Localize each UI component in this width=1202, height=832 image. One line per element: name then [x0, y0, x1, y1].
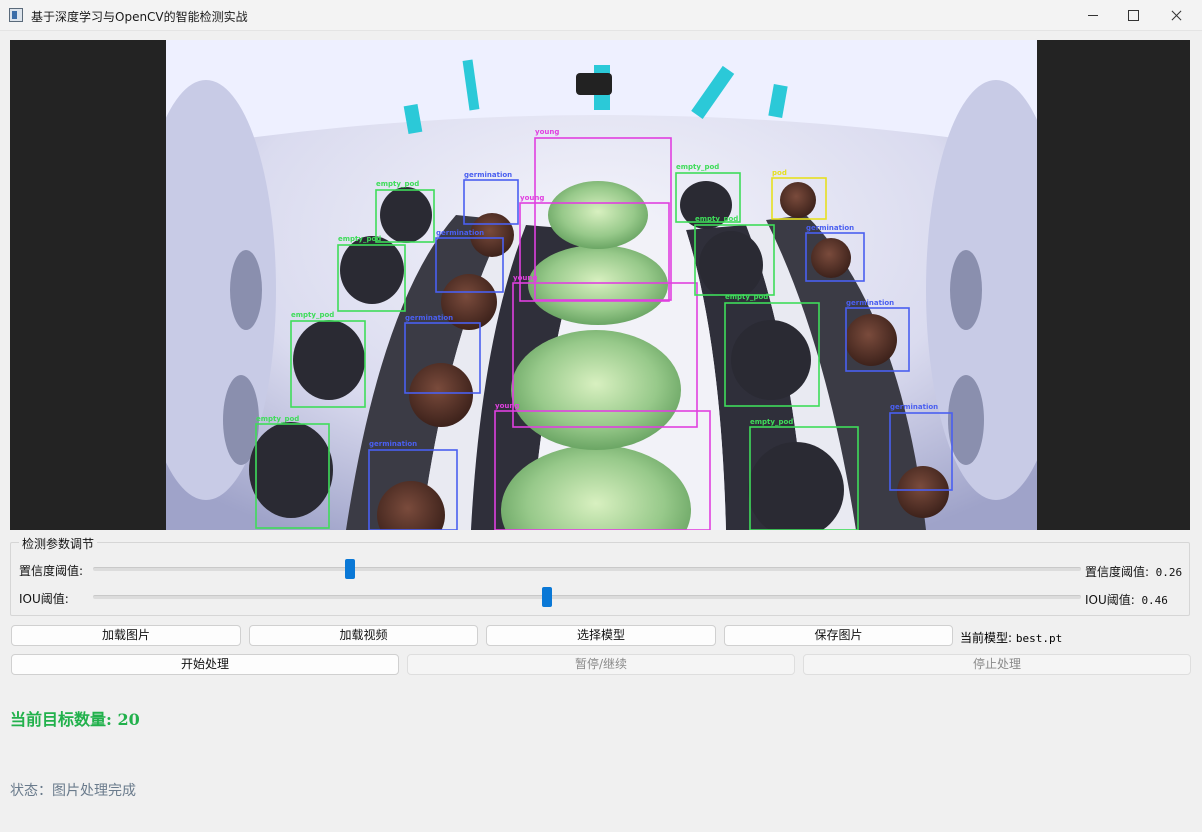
- select-model-button[interactable]: 选择模型: [486, 625, 716, 646]
- confidence-label: 置信度阈值:: [19, 564, 84, 578]
- detection-label: germination: [405, 314, 453, 322]
- detection-label: germination: [846, 299, 894, 307]
- pause-resume-button[interactable]: 暂停/继续: [407, 654, 795, 675]
- confidence-slider-handle[interactable]: [344, 559, 355, 579]
- save-image-button[interactable]: 保存图片: [724, 625, 953, 646]
- stop-processing-button[interactable]: 停止处理: [803, 654, 1191, 675]
- load-video-button[interactable]: 加载视频: [249, 625, 478, 646]
- detection-label: young: [495, 402, 519, 410]
- detection-label: empty_pod: [676, 163, 719, 171]
- param-group-title: 检测参数调节: [19, 535, 98, 552]
- detection-label: young: [535, 128, 559, 136]
- app-icon: [9, 8, 23, 22]
- detection-label: empty_pod: [725, 293, 768, 301]
- greenhouse-scene: young young young young empty_pod empty_…: [166, 40, 1037, 530]
- iou-value: IOU阈值: 0.46: [1085, 593, 1168, 607]
- detection-label: germination: [369, 440, 417, 448]
- close-button[interactable]: [1153, 0, 1199, 31]
- detection-label: empty_pod: [338, 235, 381, 243]
- param-group: 检测参数调节 置信度阈值: 置信度阈值: 0.26 IOU阈值: IOU阈值: …: [10, 535, 1190, 616]
- detection-label: germination: [464, 171, 512, 179]
- current-model-label: 当前模型: best.pt: [960, 631, 1063, 645]
- detection-label: germination: [806, 224, 854, 232]
- detection-label: germination: [436, 229, 484, 237]
- detection-label: empty_pod: [256, 415, 299, 423]
- window-title: 基于深度学习与OpenCV的智能检测实战: [31, 10, 248, 24]
- detection-label: empty_pod: [695, 215, 738, 223]
- image-display: young young young young empty_pod empty_…: [10, 40, 1190, 530]
- load-image-button[interactable]: 加载图片: [11, 625, 241, 646]
- confidence-value: 置信度阈值: 0.26: [1085, 565, 1183, 579]
- detection-label: empty_pod: [750, 418, 793, 426]
- confidence-slider[interactable]: [93, 559, 1081, 579]
- detection-label: young: [513, 274, 537, 282]
- title-bar: 基于深度学习与OpenCV的智能检测实战: [0, 0, 1202, 31]
- status-text: 状态：图片处理完成: [10, 783, 136, 799]
- iou-slider-handle[interactable]: [542, 587, 553, 607]
- iou-slider[interactable]: [93, 587, 1081, 607]
- start-processing-button[interactable]: 开始处理: [11, 654, 399, 675]
- detection-label: young: [520, 194, 544, 202]
- target-count: 当前目标数量: 20: [10, 710, 140, 729]
- detection-label: pod: [772, 169, 787, 177]
- detection-label: empty_pod: [376, 180, 419, 188]
- detection-label: empty_pod: [291, 311, 334, 319]
- maximize-button[interactable]: [1110, 0, 1156, 31]
- detection-label: germination: [890, 403, 938, 411]
- iou-label: IOU阈值:: [19, 592, 69, 606]
- detection-image: young young young young empty_pod empty_…: [166, 40, 1037, 530]
